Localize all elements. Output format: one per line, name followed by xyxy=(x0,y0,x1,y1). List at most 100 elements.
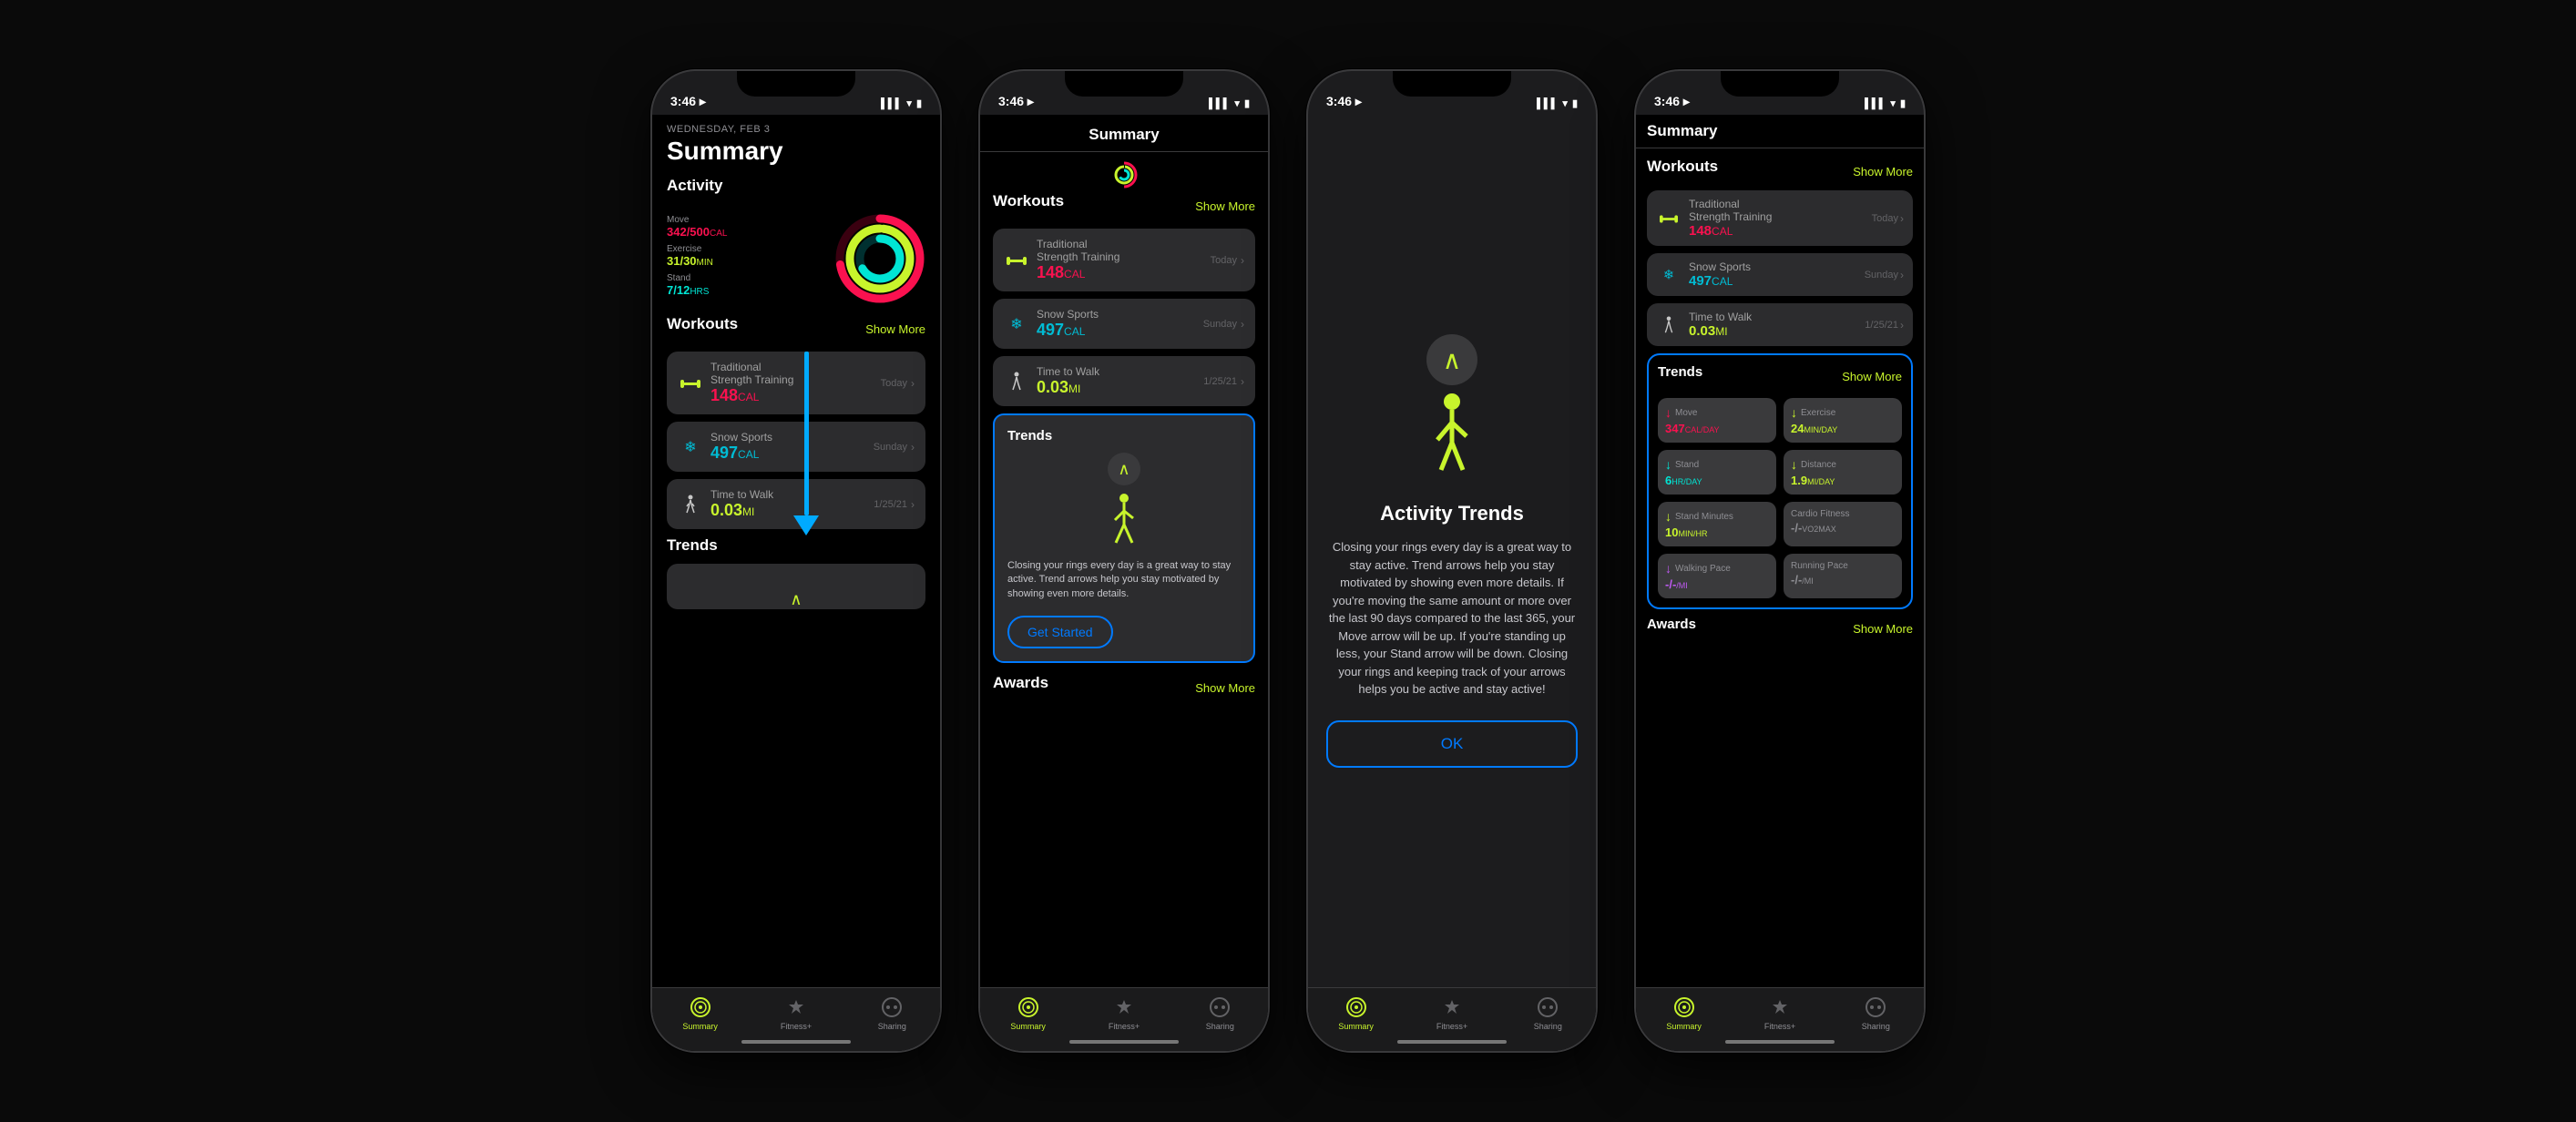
activity-rings xyxy=(834,213,925,304)
summary-tab-icon-4 xyxy=(1672,995,1696,1019)
workouts-show-more-2[interactable]: Show More xyxy=(1195,199,1255,213)
status-icons-3: ▌▌▌ ▾ ▮ xyxy=(1537,97,1578,109)
tab-sharing-2[interactable]: Sharing xyxy=(1172,995,1268,1031)
activity-section: Move 342/500CAL Exercise 31/30MIN Stand … xyxy=(667,202,925,315)
awards-show-more-2[interactable]: Show More xyxy=(1195,681,1255,695)
trends-icons-area: ∧ xyxy=(1416,334,1488,484)
battery-icon-2: ▮ xyxy=(1244,97,1250,109)
tab-fitness-2[interactable]: Fitness+ xyxy=(1076,995,1171,1031)
s1-date: WEDNESDAY, FEB 3 xyxy=(667,124,925,135)
trends-show-more-4[interactable]: Show More xyxy=(1842,370,1902,383)
workouts-show-more-4[interactable]: Show More xyxy=(1853,165,1913,178)
stand-min-trend-arrow: ↓ xyxy=(1665,509,1671,524)
s1-content: WEDNESDAY, FEB 3 Summary Activity Move 3… xyxy=(652,115,940,987)
tab-summary-2[interactable]: Summary xyxy=(980,995,1076,1031)
battery-icon-4: ▮ xyxy=(1900,97,1906,109)
battery-icon-1: ▮ xyxy=(916,97,922,109)
overlay-title: Activity Trends xyxy=(1380,502,1524,525)
trends-section-4: Trends Show More ↓ Move 347CAL/DAY xyxy=(1647,353,1913,609)
workout-card-strength-2[interactable]: Traditional Strength Training 148CAL Tod… xyxy=(993,229,1255,291)
svg-text:❄: ❄ xyxy=(1663,268,1674,282)
status-icons-2: ▌▌▌ ▾ ▮ xyxy=(1209,97,1250,109)
phone-4: 3:46 ▸ ▌▌▌ ▾ ▮ Summary Workouts Show Mor… xyxy=(1634,69,1926,1053)
move-trend-arrow: ↓ xyxy=(1665,405,1671,420)
workouts-header-2: Workouts Show More xyxy=(993,192,1255,219)
signal-icon-3: ▌▌▌ xyxy=(1537,98,1558,109)
tab-sharing-4[interactable]: Sharing xyxy=(1828,995,1924,1031)
walk-pace-trend-value: -/-/MI xyxy=(1665,577,1769,591)
trend-stand: ↓ Stand 6HR/DAY xyxy=(1658,450,1776,495)
tab-fitness-4[interactable]: Fitness+ xyxy=(1732,995,1827,1031)
tab-fitness-1[interactable]: Fitness+ xyxy=(748,995,843,1031)
tab-summary-3[interactable]: Summary xyxy=(1308,995,1404,1031)
signal-icon-1: ▌▌▌ xyxy=(881,98,902,109)
phone-2: 3:46 ▸ ▌▌▌ ▾ ▮ Summary Workouts Show Mor… xyxy=(978,69,1270,1053)
signal-icon-4: ▌▌▌ xyxy=(1865,98,1886,109)
battery-icon-3: ▮ xyxy=(1572,97,1578,109)
workouts-show-more-1[interactable]: Show More xyxy=(865,322,925,336)
s4-page-title: Summary xyxy=(1647,122,1717,140)
strength-icon-4 xyxy=(1656,206,1682,231)
s1-title: Summary xyxy=(667,137,925,166)
awards-show-more-4[interactable]: Show More xyxy=(1853,622,1913,636)
s2-page-title: Summary xyxy=(980,115,1268,152)
get-started-button[interactable]: Get Started xyxy=(1007,616,1113,648)
distance-trend-value: 1.9MI/DAY xyxy=(1791,474,1895,487)
trend-run-pace: Running Pace -/-/MI xyxy=(1784,554,1902,598)
sharing-tab-icon-4 xyxy=(1864,995,1887,1019)
signal-icon-2: ▌▌▌ xyxy=(1209,98,1230,109)
time-1: 3:46 ▸ xyxy=(670,94,706,109)
tab-sharing-3[interactable]: Sharing xyxy=(1500,995,1596,1031)
time-3: 3:46 ▸ xyxy=(1326,94,1362,109)
trend-move: ↓ Move 347CAL/DAY xyxy=(1658,398,1776,443)
strength-icon-1 xyxy=(678,371,703,396)
workout-card-walk-4[interactable]: Time to Walk 0.03MI 1/25/21 › xyxy=(1647,303,1913,346)
wifi-icon-3: ▾ xyxy=(1562,97,1568,109)
overlay-description: Closing your rings every day is a great … xyxy=(1326,538,1578,699)
tab-summary-1[interactable]: Summary xyxy=(652,995,748,1031)
exercise-stat: Exercise 31/30MIN xyxy=(667,244,834,268)
workout-card-walk-2[interactable]: Time to Walk 0.03MI 1/25/21 › xyxy=(993,356,1255,406)
notch-4 xyxy=(1721,71,1839,97)
phone-3: 3:46 ▸ ▌▌▌ ▾ ▮ ∧ Activity Trends Closing… xyxy=(1306,69,1598,1053)
snow-icon-2: ❄ xyxy=(1004,311,1029,337)
tab-fitness-3[interactable]: Fitness+ xyxy=(1404,995,1499,1031)
workout-card-strength-4[interactable]: Traditional Strength Training 148CAL Tod… xyxy=(1647,190,1913,246)
phone-1: 3:46 ▸ ▌▌▌ ▾ ▮ WEDNESDAY, FEB 3 Summary … xyxy=(650,69,942,1053)
activity-trends-overlay: ∧ Activity Trends Closing your rings eve… xyxy=(1308,115,1596,987)
ok-button[interactable]: OK xyxy=(1326,720,1578,768)
wifi-icon-4: ▾ xyxy=(1890,97,1896,109)
trends-desc-2: Closing your rings every day is a great … xyxy=(1007,559,1241,601)
tab-summary-4[interactable]: Summary xyxy=(1636,995,1732,1031)
walk-pace-trend-arrow: ↓ xyxy=(1665,561,1671,576)
time-4: 3:46 ▸ xyxy=(1654,94,1690,109)
exercise-trend-arrow: ↓ xyxy=(1791,405,1797,420)
sharing-tab-icon-1 xyxy=(880,995,904,1019)
trend-distance: ↓ Distance 1.9MI/DAY xyxy=(1784,450,1902,495)
workouts-header: Workouts Show More xyxy=(667,315,925,342)
status-icons-1: ▌▌▌ ▾ ▮ xyxy=(881,97,922,109)
trend-walk-pace: ↓ Walking Pace -/-/MI xyxy=(1658,554,1776,598)
summary-tab-icon-2 xyxy=(1017,995,1040,1019)
trend-stand-min: ↓ Stand Minutes 10MIN/HR xyxy=(1658,502,1776,546)
home-indicator-4 xyxy=(1725,1040,1835,1044)
strength-icon-2 xyxy=(1004,248,1029,273)
s2-content: Workouts Show More Traditional Strength xyxy=(980,152,1268,1025)
home-indicator-3 xyxy=(1397,1040,1507,1044)
trends-grid-4: ↓ Move 347CAL/DAY ↓ Exercise 24MIN/DAY xyxy=(1658,398,1902,598)
screen-2: Summary Workouts Show More xyxy=(980,115,1268,1051)
notch-2 xyxy=(1065,71,1183,97)
trends-label-1: Trends xyxy=(667,536,925,555)
tab-sharing-1[interactable]: Sharing xyxy=(844,995,940,1031)
svg-text:❄: ❄ xyxy=(1010,317,1022,332)
workout-card-snow-4[interactable]: ❄ Snow Sports 497CAL Sunday › xyxy=(1647,253,1913,296)
sharing-tab-icon-3 xyxy=(1536,995,1559,1019)
wifi-icon-1: ▾ xyxy=(906,97,912,109)
move-stat: Move 342/500CAL xyxy=(667,215,834,239)
stand-min-trend-value: 10MIN/HR xyxy=(1665,525,1769,539)
sharing-tab-icon-2 xyxy=(1208,995,1232,1019)
workout-card-snow-2[interactable]: ❄ Snow Sports 497CAL Sunday › xyxy=(993,299,1255,349)
partial-ring-2 xyxy=(993,161,1255,189)
walk-icon-1 xyxy=(678,492,703,517)
activity-stats: Move 342/500CAL Exercise 31/30MIN Stand … xyxy=(667,215,834,302)
